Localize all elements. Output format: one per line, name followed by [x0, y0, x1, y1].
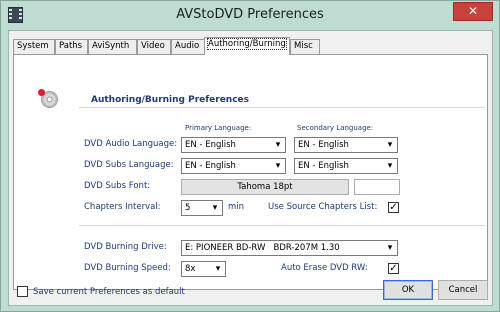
- close-icon: ✕: [467, 4, 479, 18]
- chevron-down-icon[interactable]: ▾: [271, 138, 285, 152]
- auto-erase-checkbox[interactable]: ✓: [388, 263, 399, 274]
- tab-video[interactable]: Video: [137, 39, 171, 54]
- subs-secondary-language-select[interactable]: EN - English ▾: [294, 158, 398, 174]
- check-mark-icon: ✓: [389, 202, 398, 213]
- chevron-down-icon[interactable]: ▾: [208, 201, 222, 215]
- section-title: Authoring/Burning Preferences: [91, 95, 250, 105]
- authoring-burning-panel: Authoring/Burning Preferences Primary La…: [13, 54, 488, 290]
- check-mark-icon: ✓: [389, 263, 398, 274]
- dialog-body: System Paths AviSynth Video Audio Author…: [8, 30, 493, 306]
- use-source-chapters-label: Use Source Chapters List:: [268, 202, 378, 212]
- burning-drive-select[interactable]: E: PIONEER BD-RW BDR-207M 1.30 ▾: [181, 240, 398, 256]
- section-divider: [79, 107, 485, 108]
- chevron-down-icon[interactable]: ▾: [383, 241, 397, 255]
- secondary-language-header: Secondary Language:: [297, 124, 374, 132]
- chevron-down-icon[interactable]: ▾: [383, 138, 397, 152]
- preferences-window: AVStoDVD Preferences ✕ System Paths AviS…: [0, 0, 500, 312]
- chapters-interval-select[interactable]: 5 ▾: [181, 200, 223, 216]
- title-bar[interactable]: AVStoDVD Preferences ✕: [1, 1, 499, 30]
- chevron-down-icon[interactable]: ▾: [211, 262, 225, 276]
- tab-paths[interactable]: Paths: [55, 39, 88, 54]
- window-title: AVStoDVD Preferences: [176, 7, 324, 22]
- burning-speed-label: DVD Burning Speed:: [84, 263, 171, 273]
- tab-authoring-burning[interactable]: Authoring/Burning: [204, 37, 290, 55]
- tab-avisynth[interactable]: AviSynth: [88, 39, 137, 54]
- section-divider: [79, 225, 485, 226]
- subs-font-button[interactable]: Tahoma 18pt: [181, 179, 349, 195]
- burning-drive-label: DVD Burning Drive:: [84, 242, 167, 252]
- chapters-interval-unit: min: [228, 202, 245, 212]
- cancel-button[interactable]: Cancel: [438, 280, 488, 300]
- chevron-down-icon[interactable]: ▾: [271, 159, 285, 173]
- dvd-disc-icon: [38, 89, 58, 108]
- tab-audio[interactable]: Audio: [171, 39, 205, 54]
- chapters-interval-label: Chapters Interval:: [84, 202, 161, 212]
- subs-font-color-swatch[interactable]: [354, 179, 400, 195]
- burning-speed-select[interactable]: 8x ▾: [181, 261, 226, 277]
- save-default-label: Save current Preferences as default: [33, 287, 185, 297]
- chevron-down-icon[interactable]: ▾: [383, 159, 397, 173]
- close-button[interactable]: ✕: [453, 2, 493, 21]
- save-default-checkbox[interactable]: [17, 286, 28, 297]
- auto-erase-label: Auto Erase DVD RW:: [281, 263, 368, 273]
- subs-language-label: DVD Subs Language:: [84, 160, 174, 170]
- audio-language-label: DVD Audio Language:: [84, 139, 178, 149]
- subs-font-label: DVD Subs Font:: [84, 181, 151, 191]
- tab-system[interactable]: System: [13, 39, 55, 54]
- use-source-chapters-checkbox[interactable]: ✓: [388, 202, 399, 213]
- audio-primary-language-select[interactable]: EN - English ▾: [181, 137, 286, 153]
- subs-primary-language-select[interactable]: EN - English ▾: [181, 158, 286, 174]
- primary-language-header: Primary Language:: [185, 124, 252, 132]
- ok-button[interactable]: OK: [383, 280, 433, 300]
- tab-misc[interactable]: Misc: [290, 39, 320, 54]
- audio-secondary-language-select[interactable]: EN - English ▾: [294, 137, 398, 153]
